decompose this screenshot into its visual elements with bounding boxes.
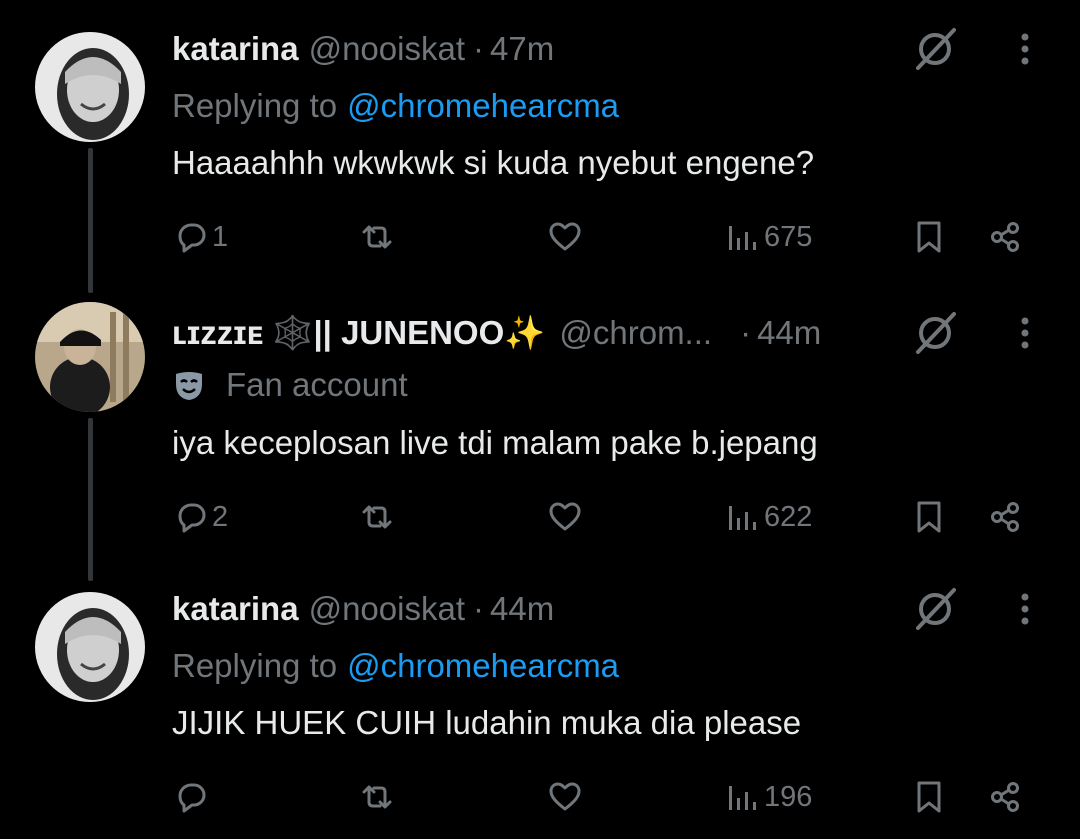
avatar-image <box>35 592 145 702</box>
reply-button[interactable] <box>174 772 212 822</box>
fan-account-label: Fan account <box>172 363 408 407</box>
user-handle[interactable]: @chrom... <box>559 314 712 352</box>
grok-icon[interactable] <box>910 24 960 74</box>
views-count: 675 <box>764 220 813 253</box>
display-name[interactable]: katarina <box>172 30 299 68</box>
user-handle[interactable]: @nooiskat <box>309 30 465 68</box>
replying-handle-link[interactable]: @chromehearcma <box>347 647 619 685</box>
heart-icon <box>549 222 581 251</box>
tweet-text: JIJIK HUEK CUIH ludahin muka dia please <box>172 704 802 741</box>
replying-label: Replying to <box>172 647 338 684</box>
share-icon <box>991 502 1019 532</box>
bookmark-icon <box>917 501 941 533</box>
user-handle[interactable]: @nooiskat <box>309 590 465 628</box>
retweet-button[interactable] <box>360 212 394 262</box>
tweet-text: Haaaahhh wkwkwk si kuda nyebut engene? <box>172 144 815 181</box>
views-count: 622 <box>764 500 813 533</box>
grok-icon[interactable] <box>910 584 960 634</box>
share-button[interactable] <box>988 212 1022 262</box>
bookmark-button[interactable] <box>912 492 946 542</box>
more-icon[interactable] <box>1005 584 1045 634</box>
avatar-katarina[interactable] <box>35 592 145 702</box>
like-button[interactable] <box>548 212 582 262</box>
separator: · <box>473 590 484 627</box>
views-icon <box>729 786 756 810</box>
fan-account-text: Fan account <box>226 366 408 403</box>
retweet-button[interactable] <box>360 772 394 822</box>
like-button[interactable] <box>548 772 582 822</box>
reply-icon <box>178 223 206 253</box>
reply-button[interactable]: 2 <box>174 492 228 542</box>
bookmark-icon <box>917 781 941 813</box>
bookmark-button[interactable] <box>912 212 946 262</box>
action-bar: 1 675 <box>0 212 1080 262</box>
more-icon[interactable] <box>1005 308 1045 358</box>
timestamp[interactable]: 47m <box>490 30 554 68</box>
reply-icon <box>178 783 206 813</box>
avatar-katarina[interactable] <box>35 32 145 142</box>
reply-icon <box>178 503 206 533</box>
views-count: 196 <box>764 780 813 813</box>
replying-to: Replying to @chromehearcma <box>172 644 619 688</box>
retweet-icon <box>362 225 392 249</box>
views-icon <box>729 506 756 530</box>
share-icon <box>991 782 1019 812</box>
grok-icon[interactable] <box>910 308 960 358</box>
reply-count: 2 <box>212 500 229 533</box>
avatar-image <box>35 32 145 142</box>
timestamp[interactable]: 44m <box>490 590 554 628</box>
reply-button[interactable]: 1 <box>174 212 228 262</box>
views-button[interactable]: 196 <box>726 772 812 822</box>
share-button[interactable] <box>988 492 1022 542</box>
action-bar: 2 622 <box>0 492 1080 542</box>
avatar-lizzie[interactable] <box>35 302 145 412</box>
replying-to: Replying to @chromehearcma <box>172 84 619 128</box>
bookmark-button[interactable] <box>912 772 946 822</box>
heart-icon <box>549 502 581 531</box>
heart-icon <box>549 782 581 811</box>
more-icon[interactable] <box>1005 24 1045 74</box>
separator: · <box>740 314 752 351</box>
action-bar: 196 <box>0 772 1080 822</box>
replying-handle-link[interactable]: @chromehearcma <box>347 87 619 125</box>
views-button[interactable]: 675 <box>726 212 812 262</box>
tweet-text: iya keceplosan live tdi malam pake b.jep… <box>172 424 818 461</box>
timestamp[interactable]: 44m <box>757 314 821 352</box>
like-button[interactable] <box>548 492 582 542</box>
display-name[interactable]: katarina <box>172 590 299 628</box>
retweet-icon <box>362 785 392 809</box>
reply-count: 1 <box>212 220 229 253</box>
avatar-image <box>35 302 145 412</box>
views-button[interactable]: 622 <box>726 492 812 542</box>
replying-label: Replying to <box>172 87 338 124</box>
views-icon <box>729 226 756 250</box>
retweet-icon <box>362 505 392 529</box>
separator: · <box>473 30 484 67</box>
bookmark-icon <box>917 221 941 253</box>
share-button[interactable] <box>988 772 1022 822</box>
retweet-button[interactable] <box>360 492 394 542</box>
share-icon <box>991 222 1019 252</box>
theater-masks-icon <box>176 372 202 400</box>
display-name[interactable]: ʟɪᴢᴢɪᴇ 🕸️|| JUNENOO✨ <box>172 314 545 353</box>
